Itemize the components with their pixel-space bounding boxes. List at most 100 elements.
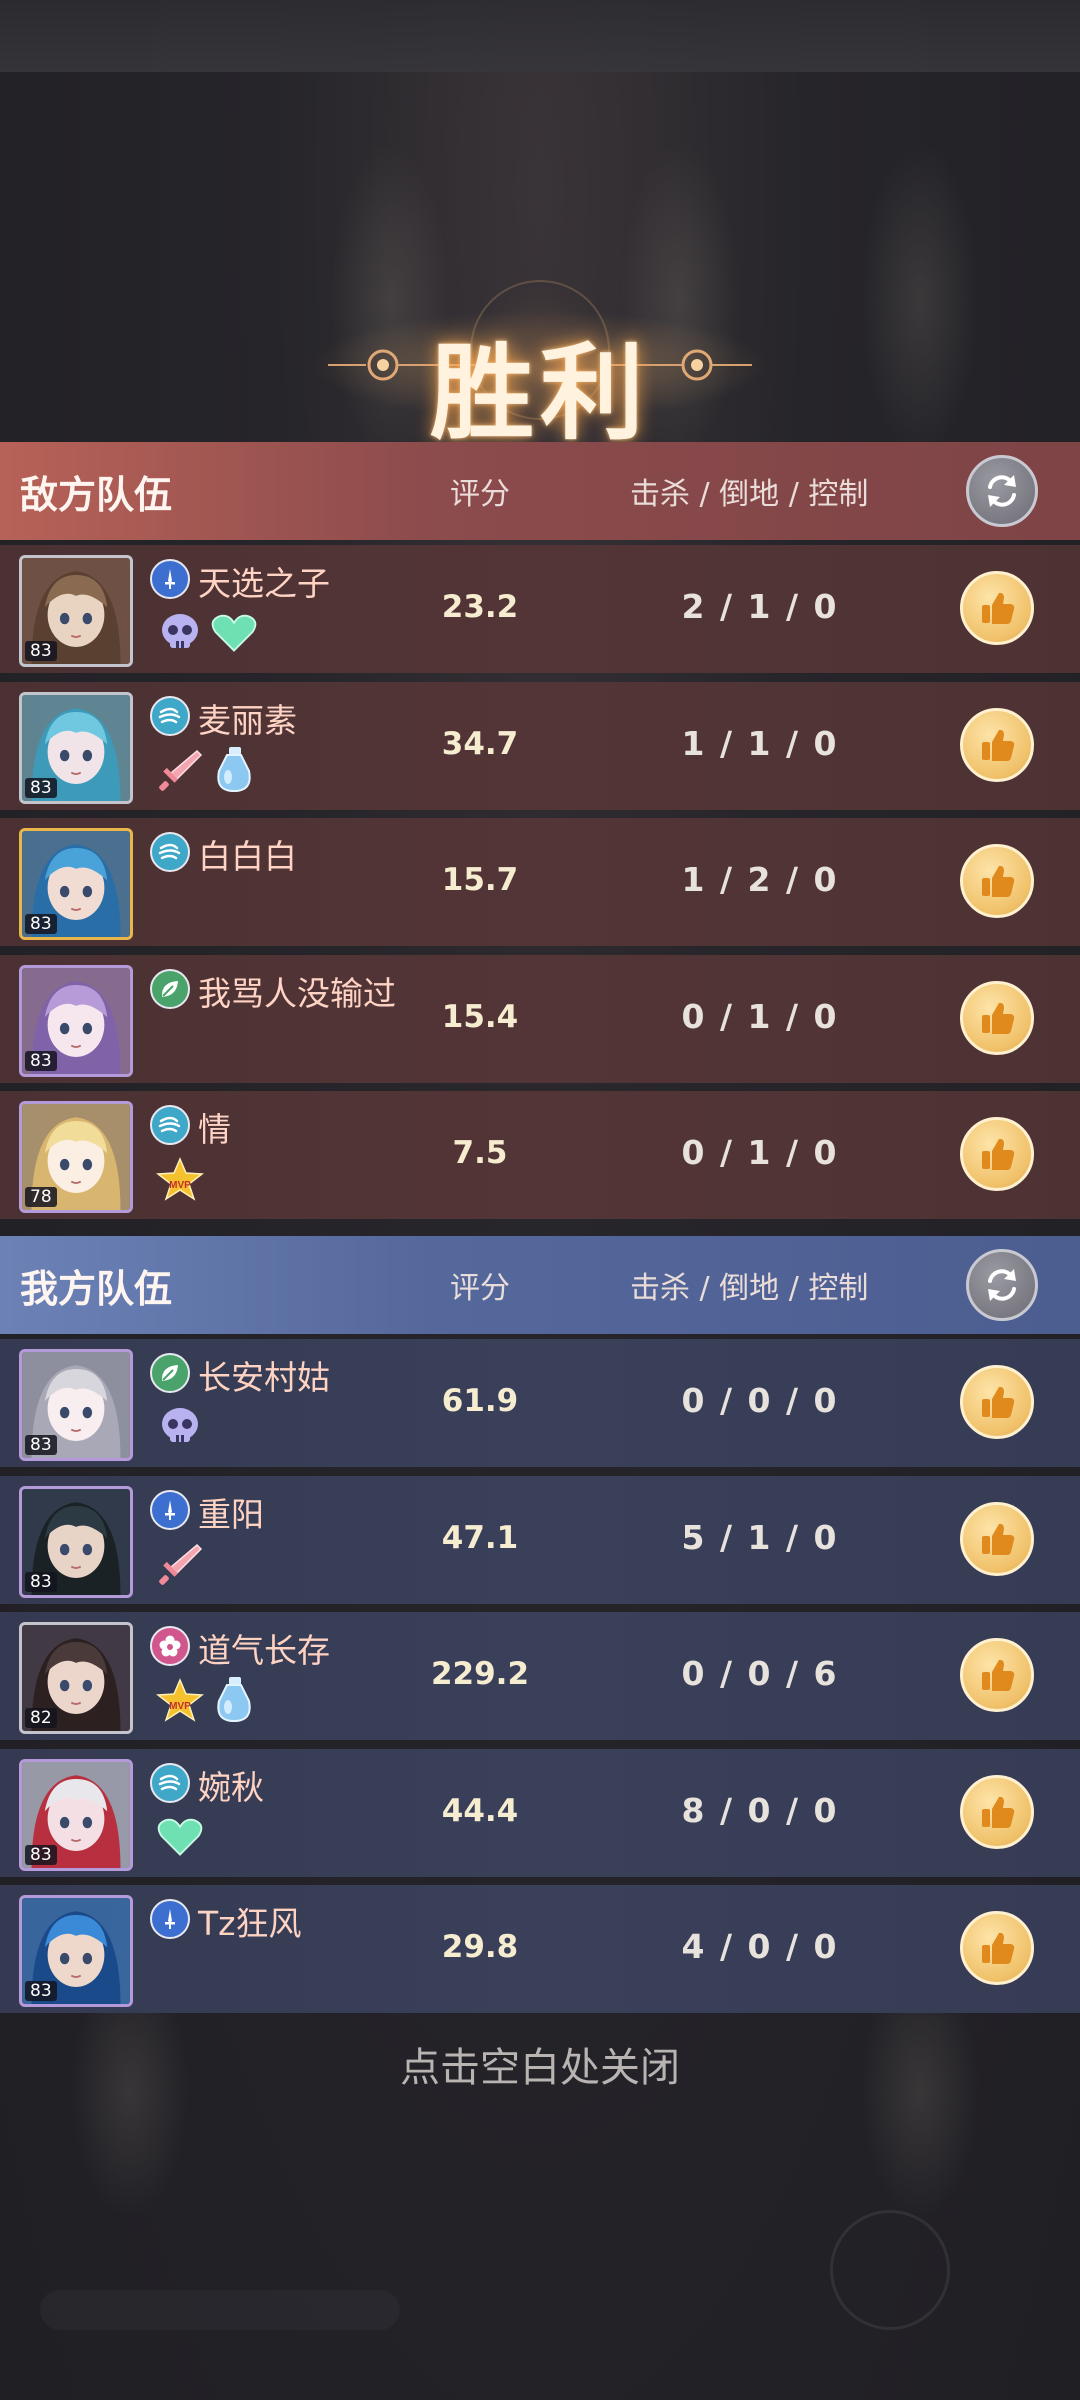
like-button[interactable]	[960, 1117, 1034, 1191]
player-level: 83	[25, 641, 57, 661]
player-level: 78	[25, 1187, 57, 1207]
player-name: 白白白	[198, 837, 297, 876]
like-button[interactable]	[960, 1502, 1034, 1576]
background-decoration	[40, 2290, 400, 2330]
player-avatar[interactable]: 83	[19, 555, 133, 667]
player-name: 道气长存	[198, 1631, 330, 1670]
player-name: 长安村姑	[198, 1358, 330, 1397]
enemy-team-header: 敌方队伍 评分 击杀 / 倒地 / 控制	[0, 442, 1080, 540]
player-avatar[interactable]: 82	[19, 1622, 133, 1734]
player-badges	[156, 1403, 204, 1451]
player-name: 情	[198, 1110, 231, 1149]
player-score: 34.7	[441, 726, 519, 762]
player-badges	[156, 746, 258, 794]
heart-badge-icon	[156, 1813, 204, 1861]
potion-badge-icon	[210, 746, 258, 794]
player-avatar[interactable]: 78	[19, 1101, 133, 1213]
ally-player-row: 83 婉秋 44.4 8 / 0 / 0	[0, 1749, 1080, 1877]
like-button[interactable]	[960, 1365, 1034, 1439]
wind-icon	[150, 696, 190, 736]
player-name: 重阳	[198, 1495, 264, 1534]
leaf-icon	[150, 969, 190, 1009]
player-badges: MVP	[156, 1155, 204, 1203]
like-button[interactable]	[960, 708, 1034, 782]
player-name: 我骂人没输过	[198, 974, 396, 1013]
sword-badge-icon	[156, 1540, 204, 1588]
player-kdc: 0 / 0 / 6	[681, 1654, 839, 1693]
thumbs-up-icon	[982, 1138, 1015, 1170]
background-decoration	[830, 2210, 950, 2330]
ally-player-row: 83 重阳 47.1 5 / 1 / 0	[0, 1476, 1080, 1604]
like-button[interactable]	[960, 571, 1034, 645]
thumbs-up-icon	[982, 1932, 1015, 1964]
player-badges: MVP	[156, 1676, 258, 1724]
ally-team-title: 我方队伍	[20, 1266, 173, 1311]
player-avatar[interactable]: 83	[19, 828, 133, 940]
score-column-header: 评分	[450, 477, 510, 512]
player-name: Tz狂风	[198, 1904, 302, 1943]
enemy-player-row: 78 情 MVP 7.5 0 / 1 / 0	[0, 1091, 1080, 1219]
sword-icon	[150, 559, 190, 599]
enemy-player-row: 83 麦丽素 34.7 1 / 1 / 0	[0, 682, 1080, 810]
thumbs-up-icon	[982, 1386, 1015, 1418]
wind-icon	[150, 832, 190, 872]
player-avatar[interactable]: 83	[19, 692, 133, 804]
player-kdc: 4 / 0 / 0	[681, 1927, 839, 1966]
sword-badge-icon	[156, 746, 204, 794]
player-level: 83	[25, 778, 57, 798]
thumbs-up-icon	[982, 592, 1015, 624]
player-kdc: 1 / 1 / 0	[681, 724, 839, 763]
thumbs-up-icon	[982, 729, 1015, 761]
thumbs-up-icon	[982, 1002, 1015, 1034]
player-level: 83	[25, 914, 57, 934]
potion-badge-icon	[210, 1676, 258, 1724]
refresh-icon	[988, 475, 1016, 507]
player-score: 29.8	[441, 1929, 519, 1965]
player-kdc: 0 / 1 / 0	[681, 1133, 839, 1172]
flower-icon	[150, 1626, 190, 1666]
player-avatar[interactable]: 83	[19, 1759, 133, 1871]
thumbs-up-icon	[982, 1523, 1015, 1555]
enemy-team-title: 敌方队伍	[20, 472, 173, 517]
enemy-player-row: 83 天选之子 23.2 2 / 1 / 0	[0, 545, 1080, 673]
svg-text:MVP: MVP	[169, 1701, 191, 1712]
ally-player-row: 82 道气长存 MVP 229.2 0 / 0 / 6	[0, 1612, 1080, 1740]
player-level: 83	[25, 1572, 57, 1592]
player-kdc: 1 / 2 / 0	[681, 860, 839, 899]
enemy-player-row: 83 我骂人没输过 15.4 0 / 1 / 0	[0, 955, 1080, 1083]
player-score: 229.2	[430, 1656, 530, 1692]
player-avatar[interactable]: 83	[19, 1486, 133, 1598]
sword-icon	[150, 1490, 190, 1530]
skull-badge-icon	[156, 1403, 204, 1451]
kdc-column-header: 击杀 / 倒地 / 控制	[630, 477, 869, 512]
close-hint[interactable]: 点击空白处关闭	[0, 2035, 1080, 2093]
ally-swap-button[interactable]	[966, 1249, 1038, 1321]
score-column-header: 评分	[450, 1271, 510, 1306]
player-level: 83	[25, 1845, 57, 1865]
mvp-star-badge-icon: MVP	[156, 1676, 204, 1724]
player-kdc: 0 / 0 / 0	[681, 1381, 839, 1420]
player-level: 83	[25, 1435, 57, 1455]
player-score: 15.7	[441, 862, 519, 898]
ally-player-row: 83 长安村姑 61.9 0 / 0 / 0	[0, 1339, 1080, 1467]
player-name: 婉秋	[198, 1768, 264, 1807]
like-button[interactable]	[960, 1911, 1034, 1985]
sword-icon	[150, 1899, 190, 1939]
victory-banner: 胜利	[0, 260, 1080, 458]
like-button[interactable]	[960, 981, 1034, 1055]
player-avatar[interactable]: 83	[19, 1349, 133, 1461]
player-avatar[interactable]: 83	[19, 965, 133, 1077]
kdc-column-header: 击杀 / 倒地 / 控制	[630, 1271, 869, 1306]
wind-icon	[150, 1763, 190, 1803]
enemy-swap-button[interactable]	[966, 455, 1038, 527]
leaf-icon	[150, 1353, 190, 1393]
thumbs-up-icon	[982, 1659, 1015, 1691]
like-button[interactable]	[960, 1638, 1034, 1712]
like-button[interactable]	[960, 844, 1034, 918]
ally-team-header: 我方队伍 评分 击杀 / 倒地 / 控制	[0, 1236, 1080, 1334]
player-kdc: 2 / 1 / 0	[681, 587, 839, 626]
like-button[interactable]	[960, 1775, 1034, 1849]
thumbs-up-icon	[982, 1796, 1015, 1828]
player-avatar[interactable]: 83	[19, 1895, 133, 2007]
player-level: 82	[25, 1708, 57, 1728]
